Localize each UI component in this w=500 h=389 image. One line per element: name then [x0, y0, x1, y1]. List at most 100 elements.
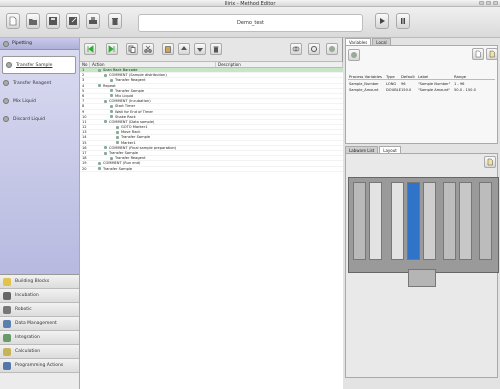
close-button[interactable] — [493, 1, 498, 5]
var-column-name: Process Variables — [349, 74, 382, 79]
building-blocks-icon — [3, 277, 11, 286]
run-button[interactable] — [375, 13, 389, 29]
deck-slot[interactable] — [353, 182, 366, 260]
paste-button[interactable] — [162, 43, 174, 55]
step-label: COMMENT (Run end) — [103, 161, 141, 166]
category-building-blocks[interactable]: Building Blocks — [0, 275, 79, 289]
minimize-button[interactable] — [479, 1, 484, 5]
properties-panel: Variables Local Process Variables Type D… — [343, 38, 500, 389]
var-default: 96 — [401, 82, 406, 86]
step-label: COMMENT (Sample distribution) — [109, 73, 167, 78]
var-range: 50.0 - 150.0 — [454, 88, 476, 92]
category-label: Calculation — [15, 349, 41, 354]
step-icon — [98, 84, 101, 88]
move-last-button[interactable] — [106, 43, 118, 55]
category-pipetting[interactable]: Pipetting — [0, 38, 79, 50]
variable-row[interactable]: Sample_Number LONG 96 "Sample Number" 1 … — [348, 82, 495, 87]
save-button[interactable] — [46, 13, 60, 29]
mix-liquid-icon — [3, 98, 9, 104]
step-icon — [116, 130, 119, 134]
variable-add-icon — [351, 52, 357, 58]
layout-tabs: Labware List Layout — [343, 146, 500, 153]
pause-button[interactable] — [396, 13, 410, 29]
step-icon — [116, 135, 119, 139]
step-icon — [104, 99, 107, 103]
delete-step-button[interactable] — [210, 43, 222, 55]
category-incubation[interactable]: Incubation — [0, 289, 79, 303]
table-row[interactable]: 20 Transfer Sample — [80, 167, 343, 172]
var-label: "Sample Number" — [418, 82, 451, 86]
tab-labware-list[interactable]: Labware List — [345, 146, 379, 153]
action-label: Mix Liquid — [13, 98, 36, 104]
category-label: Data Management — [15, 321, 57, 326]
step-icon — [110, 104, 113, 108]
deck-slot[interactable] — [479, 182, 492, 260]
layout-edit-button[interactable] — [484, 156, 496, 168]
print-button[interactable] — [86, 13, 100, 29]
step-number: 20 — [82, 166, 87, 171]
variable-row[interactable]: Sample_Amount DOUBLE 150.0 "Sample Amoun… — [348, 88, 495, 93]
deck-slot-blue-rack[interactable] — [407, 182, 420, 260]
var-name: Sample_Amount — [349, 88, 379, 92]
variables-header: Process Variables Type Default Label Ran… — [348, 74, 495, 80]
cut-icon — [144, 45, 152, 53]
cut-button[interactable] — [142, 43, 154, 55]
category-label: Incubation — [15, 293, 39, 298]
deck-slot[interactable] — [443, 182, 456, 260]
variable-add-button[interactable] — [348, 49, 360, 61]
document-icon — [487, 158, 493, 166]
step-label: Transfer Sample — [109, 151, 139, 155]
category-label: Programming Actions — [15, 363, 64, 368]
deck-slot[interactable] — [459, 182, 472, 260]
programming-actions-icon — [3, 361, 11, 370]
copy-button[interactable] — [126, 43, 138, 55]
gear-icon — [311, 46, 317, 52]
step-label: COMMENT (Incubation) — [109, 99, 151, 104]
tab-layout[interactable]: Layout — [379, 146, 401, 153]
new-file-button[interactable] — [6, 13, 20, 29]
action-discard-liquid[interactable]: Discard Liquid — [0, 110, 79, 128]
category-robotic[interactable]: Robotic — [0, 303, 79, 317]
move-up-button[interactable] — [178, 43, 190, 55]
move-first-button[interactable] — [84, 43, 96, 55]
var-label: "Sample Amount" — [418, 88, 451, 92]
category-integration[interactable]: Integration — [0, 331, 79, 345]
calculation-icon — [3, 347, 11, 356]
settings-button[interactable] — [308, 43, 320, 55]
category-data-management[interactable]: Data Management — [0, 317, 79, 331]
skip-first-icon — [87, 45, 94, 53]
deck-slot[interactable] — [423, 182, 436, 260]
document-icon — [489, 50, 495, 58]
step-icon — [110, 156, 113, 160]
category-programming-actions[interactable]: Programming Actions — [0, 359, 79, 373]
move-down-button[interactable] — [194, 43, 206, 55]
delete-button[interactable] — [108, 13, 122, 29]
tab-local[interactable]: Local — [372, 38, 391, 45]
step-label: Start Timer — [115, 104, 136, 109]
action-mix-liquid[interactable]: Mix Liquid — [0, 92, 79, 110]
step-icon — [104, 120, 107, 124]
waste-station[interactable] — [408, 269, 436, 287]
deck-slot[interactable] — [369, 182, 382, 260]
save-as-button[interactable] — [66, 13, 80, 29]
edit-variable-button[interactable] — [486, 48, 498, 60]
action-transfer-reagent[interactable]: Transfer Reagent — [0, 74, 79, 92]
instrument-deck[interactable] — [348, 177, 499, 273]
robotic-icon — [3, 305, 11, 314]
variables-button[interactable] — [326, 43, 338, 55]
step-label: Transfer Reagent — [115, 78, 146, 83]
step-icon — [110, 89, 113, 93]
var-column-range: Range — [454, 74, 467, 79]
action-transfer-sample[interactable]: Transfer Sample — [2, 56, 76, 74]
transfer-sample-icon — [6, 62, 12, 68]
link-button[interactable] — [290, 43, 302, 55]
deck-slot[interactable] — [391, 182, 404, 260]
action-label: Transfer Sample — [16, 62, 53, 68]
step-icon — [110, 94, 113, 98]
tab-variables[interactable]: Variables — [345, 38, 372, 45]
category-calculation[interactable]: Calculation — [0, 345, 79, 359]
open-button[interactable] — [26, 13, 40, 29]
step-icon — [98, 161, 101, 165]
maximize-button[interactable] — [486, 1, 491, 5]
new-variable-button[interactable] — [472, 48, 484, 60]
